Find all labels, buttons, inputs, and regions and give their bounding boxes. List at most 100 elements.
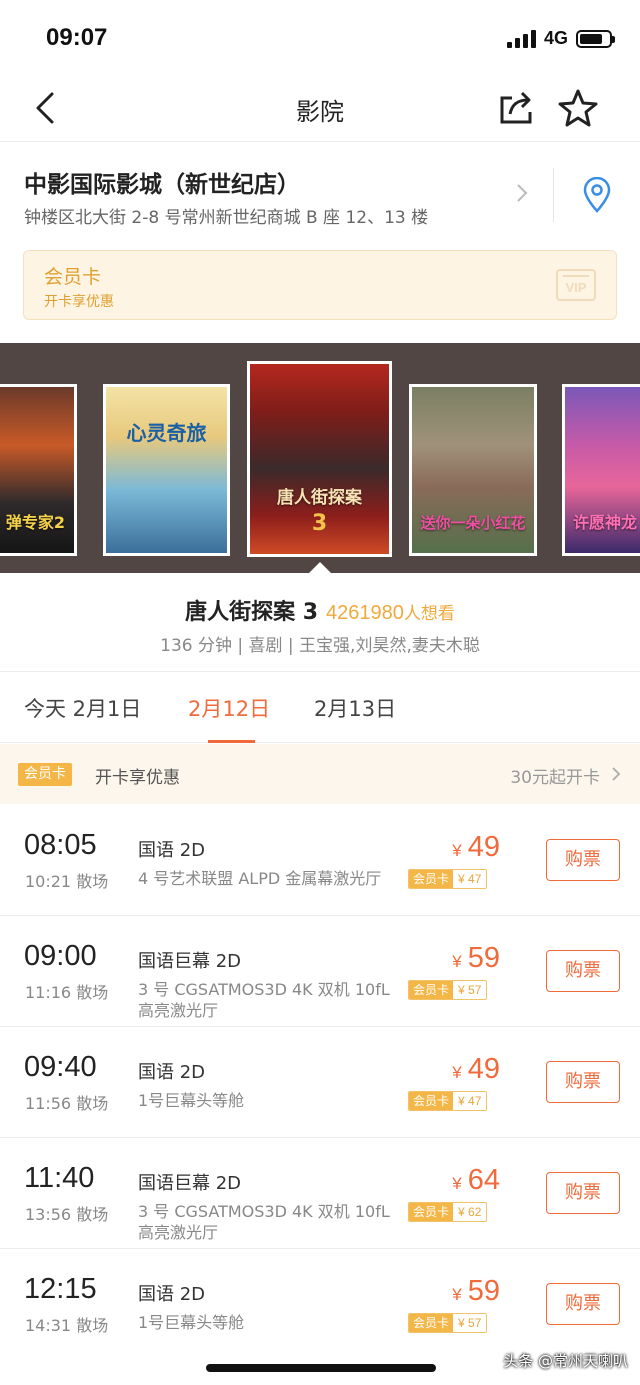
cinema-info[interactable]: 中影国际影城（新世纪店） 钟楼区北大街 2-8 号常州新世纪商城 B 座 12、… [0, 143, 640, 238]
page-title: 影院 [296, 98, 344, 126]
member-tag: 会员卡 [409, 981, 454, 999]
ticket-price: ¥59 [452, 942, 500, 975]
showtime-row: 09:00 11:16 散场 国语巨幕 2D 3 号 CGSATMOS3D 4K… [0, 916, 640, 1027]
hall-name: 3 号 CGSATMOS3D 4K 双机 10fL 高亮激光厅 [138, 980, 390, 1020]
vip-card-icon: VIP [556, 269, 596, 301]
price-value: 59 [467, 1275, 500, 1307]
currency-symbol: ¥ [452, 1285, 462, 1304]
member-price-value: ¥ 57 [458, 983, 482, 997]
start-time: 09:00 [24, 940, 97, 972]
start-time: 11:40 [24, 1162, 95, 1194]
buy-ticket-button[interactable]: 购票 [546, 950, 620, 992]
poster-title: 送你一朵小红花 [420, 514, 526, 532]
language-format: 国语巨幕 2D [138, 1173, 242, 1194]
movie-title: 唐人街探案 3 [185, 600, 319, 625]
battery-icon [576, 29, 615, 48]
movie-info: 唐人街探案 3 4261980人想看 136 分钟 | 喜剧 | 王宝强,刘昊然,… [0, 574, 640, 672]
end-time: 11:56 散场 [25, 1094, 109, 1113]
buy-ticket-button[interactable]: 购票 [546, 839, 620, 881]
currency-symbol: ¥ [452, 1063, 462, 1082]
start-time: 08:05 [24, 829, 97, 861]
home-indicator[interactable] [206, 1364, 436, 1372]
date-tabs: 今天 2月1日 2月12日 2月13日 [0, 673, 640, 743]
location-pin-icon[interactable] [582, 177, 612, 213]
currency-symbol: ¥ [452, 1174, 462, 1193]
chevron-right-icon [612, 767, 621, 781]
showtime-row: 09:40 11:56 散场 国语 2D 1号巨幕头等舱 ¥49 会员卡 ¥ 47… [0, 1027, 640, 1138]
language-format: 国语巨幕 2D [138, 951, 242, 972]
member-price: 会员卡 ¥ 62 [408, 1202, 488, 1222]
tab-feb-12[interactable]: 2月12日 [188, 693, 270, 723]
movie-poster[interactable]: 心灵奇旅 [103, 384, 230, 556]
member-card-title: 会员卡 [44, 266, 102, 288]
ticket-price: ¥49 [452, 831, 500, 864]
member-tag: 会员卡 [409, 870, 454, 888]
price-value: 59 [467, 942, 500, 974]
buy-ticket-button[interactable]: 购票 [546, 1172, 620, 1214]
poster-title: 唐人街探案 [277, 488, 362, 508]
member-card-subtitle: 开卡享优惠 [44, 294, 114, 310]
ticket-price: ¥64 [452, 1164, 500, 1197]
signal-icon [506, 29, 536, 48]
language-format: 国语 2D [138, 1284, 206, 1305]
hall-name: 3 号 CGSATMOS3D 4K 双机 10fL 高亮激光厅 [138, 1202, 390, 1242]
price-value: 49 [467, 1053, 500, 1085]
buy-ticket-button[interactable]: 购票 [546, 1283, 620, 1325]
chevron-right-icon[interactable] [514, 183, 530, 203]
price-value: 49 [467, 831, 500, 863]
member-price: 会员卡 ¥ 47 [408, 1091, 488, 1111]
end-time: 14:31 散场 [25, 1316, 109, 1335]
member-price-value: ¥ 47 [458, 872, 482, 886]
tab-feb-1[interactable]: 今天 2月1日 [24, 693, 141, 723]
ticket-price: ¥49 [452, 1053, 500, 1086]
promo-price: 30元起开卡 [510, 768, 600, 788]
start-time: 12:15 [24, 1273, 97, 1305]
member-promo-strip[interactable]: 会员卡 开卡享优惠 30元起开卡 [0, 744, 640, 804]
status-indicators: 4G [506, 28, 615, 49]
price-value: 64 [467, 1164, 500, 1196]
end-time: 10:21 散场 [25, 872, 109, 891]
promo-text: 开卡享优惠 [95, 768, 180, 788]
share-icon[interactable] [496, 88, 536, 128]
member-tag: 会员卡 [409, 1314, 454, 1332]
status-time: 09:07 [46, 24, 108, 51]
watermark: 头条 @常州天喇叭 [503, 1352, 628, 1370]
buy-ticket-button[interactable]: 购票 [546, 1061, 620, 1103]
movie-meta: 136 分钟 | 喜剧 | 王宝强,刘昊然,妻夫木聪 [160, 636, 480, 656]
active-tab-indicator [208, 740, 255, 743]
star-icon[interactable] [556, 86, 600, 130]
end-time: 11:16 散场 [25, 983, 109, 1002]
want-count: 4261980 [326, 602, 404, 624]
ticket-price: ¥59 [452, 1275, 500, 1308]
movie-poster[interactable]: 弹专家2 [0, 384, 77, 556]
member-card-banner[interactable]: 会员卡 开卡享优惠 VIP [23, 250, 617, 320]
member-price-value: ¥ 47 [458, 1094, 482, 1108]
hall-name: 1号巨幕头等舱 [138, 1091, 245, 1110]
showtime-row: 11:40 13:56 散场 国语巨幕 2D 3 号 CGSATMOS3D 4K… [0, 1138, 640, 1249]
currency-symbol: ¥ [452, 841, 462, 860]
poster-carousel[interactable]: 弹专家2 心灵奇旅 唐人街探案 3 送你一朵小红花 许愿神龙 [0, 343, 640, 573]
movie-poster-selected[interactable]: 唐人街探案 3 [247, 361, 392, 557]
want-suffix: 人想看 [403, 604, 455, 624]
member-price-value: ¥ 62 [458, 1205, 482, 1219]
member-tag: 会员卡 [409, 1203, 454, 1221]
movie-poster[interactable]: 送你一朵小红花 [409, 384, 537, 556]
network-type: 4G [543, 28, 568, 48]
poster-title: 弹专家2 [5, 513, 66, 532]
start-time: 09:40 [24, 1051, 97, 1083]
poster-number: 3 [311, 511, 328, 536]
movie-poster[interactable]: 许愿神龙 [562, 384, 640, 556]
member-badge: 会员卡 [18, 763, 72, 786]
member-tag: 会员卡 [409, 1092, 454, 1110]
tab-feb-13[interactable]: 2月13日 [314, 693, 396, 723]
showtime-list: 08:05 10:21 散场 国语 2D 4 号艺术联盟 ALPD 金属幕激光厅… [0, 805, 640, 1360]
currency-symbol: ¥ [452, 952, 462, 971]
nav-bar: 影院 [0, 76, 640, 142]
member-price-value: ¥ 57 [458, 1316, 482, 1330]
hall-name: 1号巨幕头等舱 [138, 1313, 245, 1332]
language-format: 国语 2D [138, 1062, 206, 1083]
divider [553, 168, 554, 222]
selected-pointer [308, 562, 332, 574]
member-price: 会员卡 ¥ 47 [408, 869, 488, 889]
member-price: 会员卡 ¥ 57 [408, 1313, 488, 1333]
